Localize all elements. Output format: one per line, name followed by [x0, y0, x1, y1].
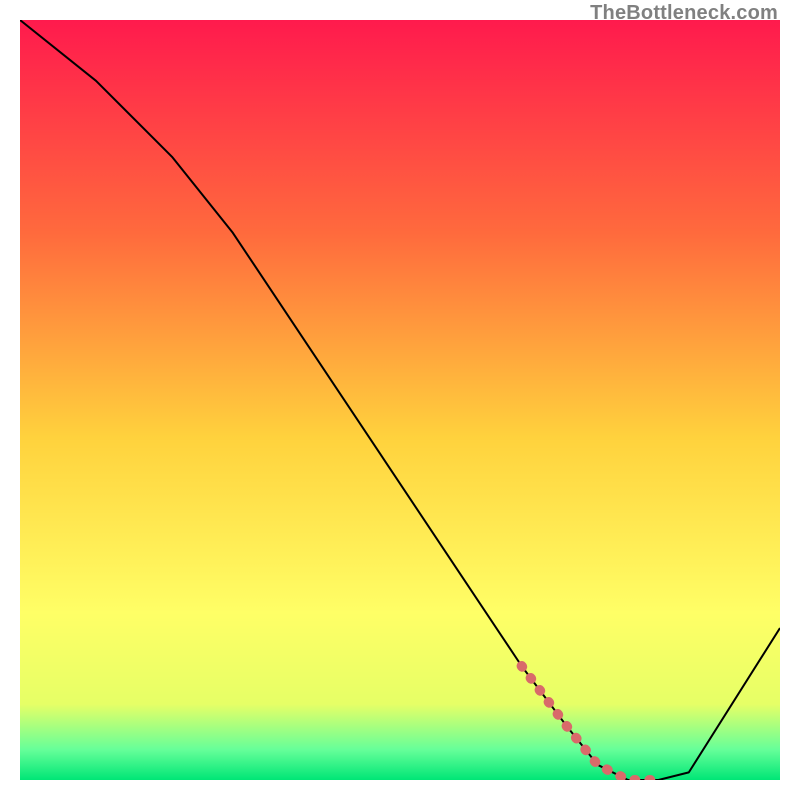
plot-area: [20, 20, 780, 780]
bottleneck-curve: [20, 20, 780, 780]
optimal-region-highlight: [522, 666, 659, 780]
curve-layer: [20, 20, 780, 780]
bottleneck-chart: TheBottleneck.com: [0, 0, 800, 800]
